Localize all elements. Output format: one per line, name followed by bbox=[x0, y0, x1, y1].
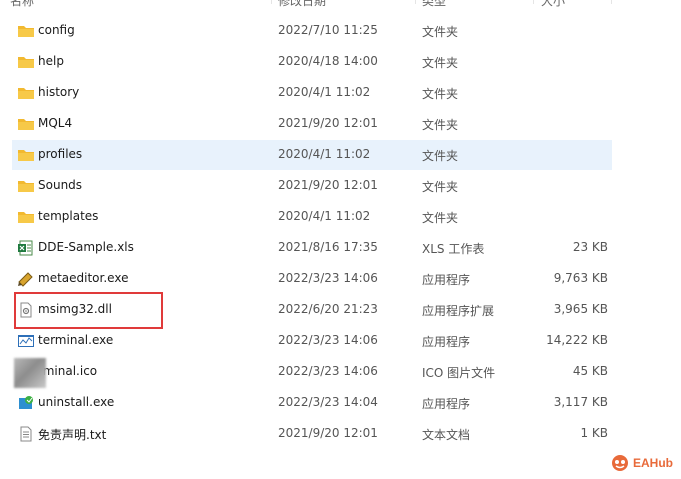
folder-icon bbox=[17, 116, 35, 132]
file-type: 应用程序 bbox=[422, 335, 471, 349]
file-row[interactable]: templates 2020/4/1 11:02 文件夹 bbox=[0, 202, 681, 233]
file-name[interactable]: profiles bbox=[38, 147, 82, 161]
folder-icon bbox=[17, 23, 35, 39]
file-row[interactable]: history 2020/4/1 11:02 文件夹 bbox=[0, 78, 681, 109]
file-type: 文件夹 bbox=[422, 149, 459, 163]
file-name[interactable]: history bbox=[38, 85, 79, 99]
file-date-modified: 2022/3/23 14:06 bbox=[278, 271, 378, 285]
file-size: 3,965 KB bbox=[553, 302, 608, 316]
file-type: 文件夹 bbox=[422, 25, 459, 39]
file-row[interactable]: Sounds 2021/9/20 12:01 文件夹 bbox=[0, 171, 681, 202]
file-row[interactable]: help 2020/4/18 14:00 文件夹 bbox=[0, 47, 681, 78]
file-size: 9,763 KB bbox=[553, 271, 608, 285]
file-row[interactable]: DDE-Sample.xls 2021/8/16 17:35 XLS 工作表 23 K… bbox=[0, 233, 681, 264]
file-type: XLS 工作表 bbox=[422, 242, 485, 256]
column-date-modified[interactable]: 修改日期 bbox=[278, 0, 326, 9]
spreadsheet-icon bbox=[17, 240, 35, 256]
file-type: 文本文档 bbox=[422, 428, 471, 442]
file-name[interactable]: uninstall.exe bbox=[38, 395, 114, 409]
file-size: 1 KB bbox=[580, 426, 608, 440]
file-type: 文件夹 bbox=[422, 211, 459, 225]
file-name[interactable]: help bbox=[38, 54, 64, 68]
folder-icon bbox=[17, 54, 35, 70]
folder-icon bbox=[17, 85, 35, 101]
file-type: 应用程序扩展 bbox=[422, 304, 495, 318]
file-type: 文件夹 bbox=[422, 87, 459, 101]
file-name[interactable]: 免责声明.txt bbox=[38, 426, 106, 443]
file-name[interactable]: MQL4 bbox=[38, 116, 72, 130]
file-size: 14,222 KB bbox=[546, 333, 608, 347]
watermark-text: EAHub bbox=[633, 456, 673, 470]
file-type: 文件夹 bbox=[422, 180, 459, 194]
file-row[interactable]: 免责声明.txt 2021/9/20 12:01 文本文档 1 KB bbox=[0, 419, 681, 450]
file-name[interactable]: Sounds bbox=[38, 178, 82, 192]
file-type: 文件夹 bbox=[422, 118, 459, 132]
red-highlight-box bbox=[14, 292, 163, 329]
file-date-modified: 2021/9/20 12:01 bbox=[278, 426, 378, 440]
file-type: 应用程序 bbox=[422, 397, 471, 411]
file-date-modified: 2021/9/20 12:01 bbox=[278, 116, 378, 130]
folder-icon bbox=[17, 209, 35, 225]
file-date-modified: 2020/4/1 11:02 bbox=[278, 147, 371, 161]
file-date-modified: 2022/3/23 14:06 bbox=[278, 333, 378, 347]
column-name[interactable]: 名称 bbox=[10, 0, 34, 9]
metaeditor-icon bbox=[17, 271, 35, 287]
file-size: 23 KB bbox=[572, 240, 608, 254]
file-type: ICO 图片文件 bbox=[422, 366, 496, 380]
file-row[interactable]: rminal.ico 2022/3/23 14:06 ICO 图片文件 45 KB bbox=[0, 357, 681, 388]
folder-icon bbox=[17, 147, 35, 163]
text-file-icon bbox=[17, 426, 35, 442]
file-date-modified: 2022/7/10 11:25 bbox=[278, 23, 378, 37]
file-date-modified: 2020/4/18 14:00 bbox=[278, 54, 378, 68]
file-name[interactable]: metaeditor.exe bbox=[38, 271, 128, 285]
file-name[interactable]: DDE-Sample.xls bbox=[38, 240, 134, 254]
blurred-region bbox=[14, 358, 46, 388]
eahub-logo-icon bbox=[612, 455, 628, 471]
file-date-modified: 2021/8/16 17:35 bbox=[278, 240, 378, 254]
file-date-modified: 2022/3/23 14:06 bbox=[278, 364, 378, 378]
file-row[interactable]: terminal.exe 2022/3/23 14:06 应用程序 14,222 KB bbox=[0, 326, 681, 357]
file-row[interactable]: config 2022/7/10 11:25 文件夹 bbox=[0, 16, 681, 47]
file-type: 文件夹 bbox=[422, 56, 459, 70]
eahub-watermark: EAHub bbox=[611, 453, 673, 473]
file-date-modified: 2020/4/1 11:02 bbox=[278, 85, 371, 99]
file-name[interactable]: config bbox=[38, 23, 75, 37]
file-size: 45 KB bbox=[572, 364, 608, 378]
file-row[interactable]: MQL4 2021/9/20 12:01 文件夹 bbox=[0, 109, 681, 140]
column-header: 名称 修改日期 类型 大小 bbox=[0, 0, 681, 10]
file-date-modified: 2022/6/20 21:23 bbox=[278, 302, 378, 316]
file-row[interactable]: metaeditor.exe 2022/3/23 14:06 应用程序 9,763 K… bbox=[0, 264, 681, 295]
file-date-modified: 2021/9/20 12:01 bbox=[278, 178, 378, 192]
file-date-modified: 2022/3/23 14:04 bbox=[278, 395, 378, 409]
file-name[interactable]: templates bbox=[38, 209, 98, 223]
uninstall-icon bbox=[17, 395, 35, 411]
terminal-app-icon bbox=[17, 333, 35, 349]
column-type[interactable]: 类型 bbox=[422, 0, 446, 9]
folder-icon bbox=[17, 178, 35, 194]
file-row[interactable]: uninstall.exe 2022/3/23 14:04 应用程序 3,117 KB bbox=[0, 388, 681, 419]
file-type: 应用程序 bbox=[422, 273, 471, 287]
file-name[interactable]: rminal.ico bbox=[38, 364, 97, 378]
file-size: 3,117 KB bbox=[553, 395, 608, 409]
file-date-modified: 2020/4/1 11:02 bbox=[278, 209, 371, 223]
file-name[interactable]: terminal.exe bbox=[38, 333, 113, 347]
column-size[interactable]: 大小 bbox=[541, 0, 565, 9]
file-row[interactable]: profiles 2020/4/1 11:02 文件夹 bbox=[0, 140, 681, 171]
